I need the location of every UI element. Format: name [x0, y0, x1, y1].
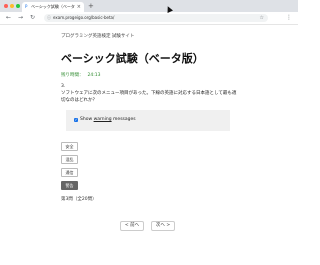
url-text[interactable]: exam.progeigo.org/basic-beta/ [53, 14, 114, 22]
address-bar[interactable]: ⓘ exam.progeigo.org/basic-beta/ ☆ [44, 14, 268, 22]
page-title: ベーシック試験（ベータ版） [61, 52, 204, 65]
menu-item-sample: ✓ Show warning messages [66, 110, 230, 131]
tab-title: ベーシック試験（ベータ版）| プ [31, 4, 75, 9]
answer-option-2[interactable]: 混乱 [61, 155, 78, 164]
timer-label: 残り時間： [61, 73, 84, 78]
browser-toolbar: ← → ↻ ⓘ exam.progeigo.org/basic-beta/ ☆ … [0, 12, 298, 25]
new-tab-button[interactable]: + [88, 1, 94, 11]
answer-option-1[interactable]: 安全 [61, 142, 78, 151]
back-icon[interactable]: ← [6, 12, 11, 24]
minimize-window-button[interactable] [10, 4, 14, 8]
answer-option-3[interactable]: 通信 [61, 168, 78, 177]
time-remaining: 残り時間： 24:13 [61, 72, 100, 78]
reload-icon[interactable]: ↻ [30, 12, 35, 24]
browser-tab-bar: P ベーシック試験（ベータ版）| プ × + [0, 0, 298, 12]
label-text-after: messages [111, 117, 136, 122]
checkbox-checked-icon: ✓ [74, 118, 78, 122]
timer-value: 24:13 [87, 73, 101, 78]
window-controls [4, 4, 20, 8]
next-button[interactable]: 次へ > [151, 221, 175, 231]
site-info-icon[interactable]: ⓘ [47, 14, 51, 22]
underlined-word: warning [93, 117, 112, 122]
close-window-button[interactable] [4, 4, 8, 8]
tab-close-icon[interactable]: × [77, 2, 81, 12]
answer-option-4[interactable]: 警告 [61, 181, 78, 190]
browser-menu-icon[interactable]: ⋮ [286, 12, 292, 24]
question-number: 3. [61, 84, 66, 89]
favicon-icon: P [25, 4, 28, 9]
forward-icon[interactable]: → [18, 12, 23, 24]
question-progress: 第3問（全20問） [61, 197, 97, 202]
site-breadcrumb[interactable]: プログラミング英語検定 試験サイト [61, 33, 134, 39]
browser-tab[interactable]: P ベーシック試験（ベータ版）| プ × [22, 2, 84, 12]
bookmark-star-icon[interactable]: ☆ [260, 14, 264, 22]
label-text-before: Show [80, 117, 94, 122]
question-text: ソフトウェアに次のメニュー項目があった。下線の英語に対応する日本語として最も適切… [61, 91, 237, 103]
previous-button[interactable]: < 前へ [120, 221, 144, 231]
checkbox-label: Show warning messages [80, 117, 136, 123]
maximize-window-button[interactable] [16, 4, 20, 8]
